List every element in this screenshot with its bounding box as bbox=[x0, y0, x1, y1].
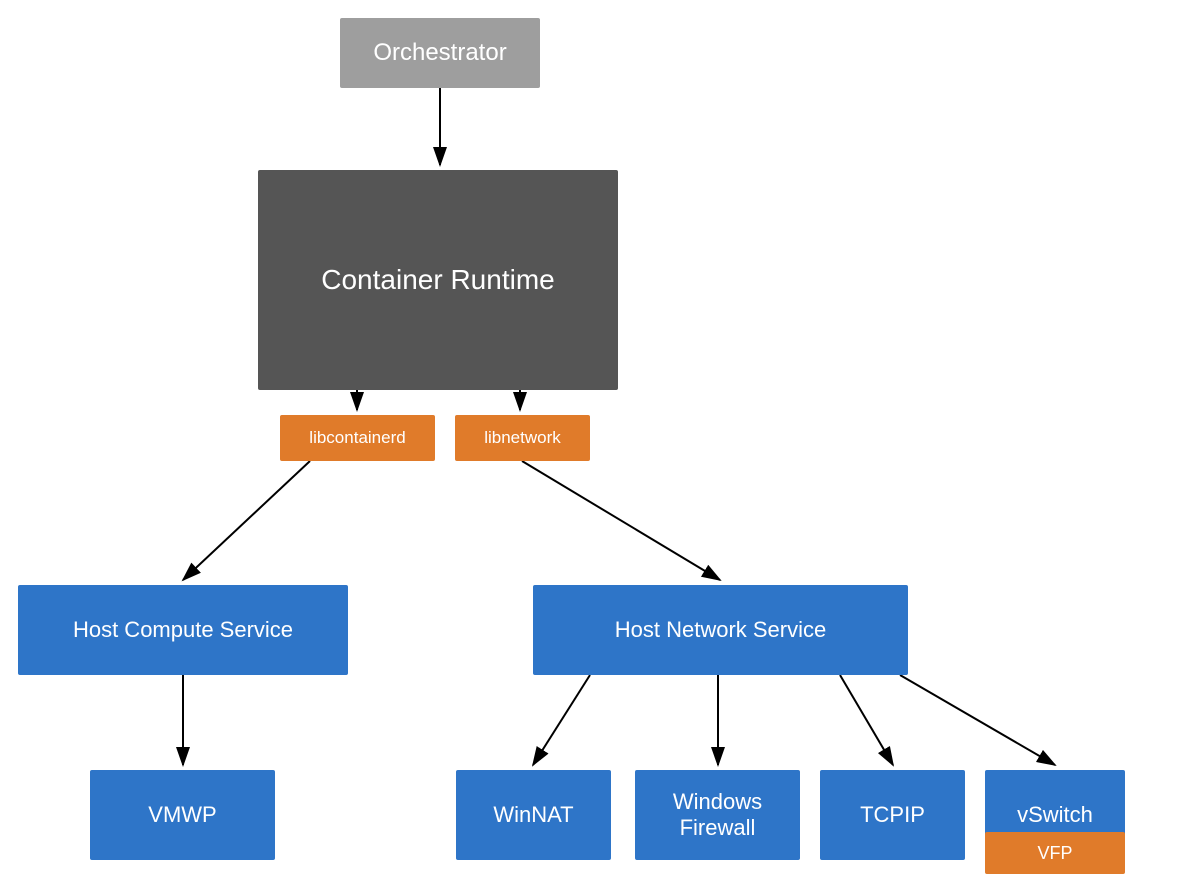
host-network-service-box: Host Network Service bbox=[533, 585, 908, 675]
vmwp-box: VMWP bbox=[90, 770, 275, 860]
libcontainerd-box: libcontainerd bbox=[280, 415, 435, 461]
libnetwork-box: libnetwork bbox=[455, 415, 590, 461]
container-runtime-box: Container Runtime bbox=[258, 170, 618, 390]
orchestrator-box: Orchestrator bbox=[340, 18, 540, 88]
winnat-box: WinNAT bbox=[456, 770, 611, 860]
vfp-box: VFP bbox=[985, 832, 1125, 874]
arrows-layer bbox=[0, 0, 1196, 884]
host-compute-service-box: Host Compute Service bbox=[18, 585, 348, 675]
windows-firewall-box: WindowsFirewall bbox=[635, 770, 800, 860]
architecture-diagram: Orchestrator Container Runtime libcontai… bbox=[0, 0, 1196, 884]
tcpip-box: TCPIP bbox=[820, 770, 965, 860]
